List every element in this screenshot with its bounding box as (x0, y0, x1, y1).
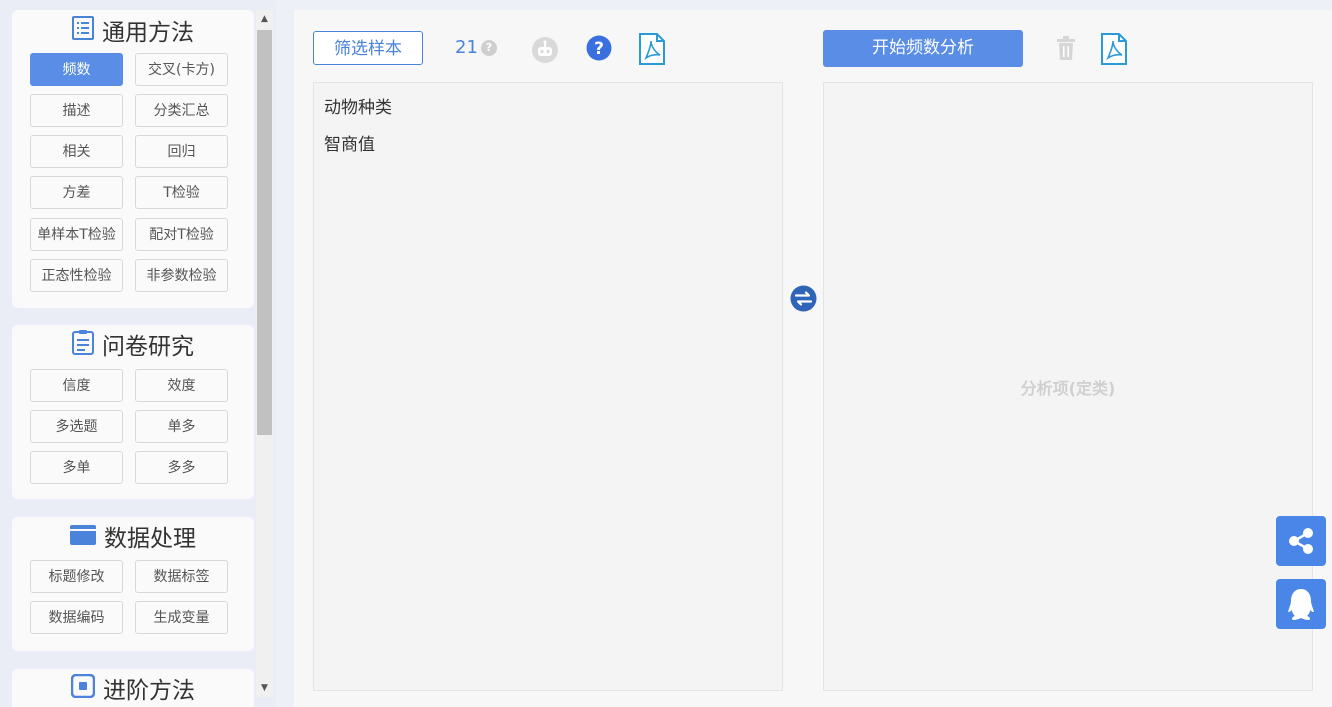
analysis-items-panel[interactable]: 分析项(定类) (823, 82, 1313, 691)
section-data-processing: 数据处理 标题修改 数据标签 数据编码 生成变量 (12, 517, 254, 651)
generate-variable-button[interactable]: 生成变量 (135, 601, 228, 634)
method-paired-ttest-button[interactable]: 配对T检验 (135, 218, 228, 251)
section-title-text: 通用方法 (102, 20, 194, 46)
section-title-text: 进阶方法 (103, 678, 195, 704)
help-icon[interactable]: ? (586, 35, 612, 65)
advanced-icon (70, 673, 96, 706)
method-frequency-button[interactable]: 频数 (30, 53, 123, 86)
data-encoding-button[interactable]: 数据编码 (30, 601, 123, 634)
list-icon (72, 15, 94, 48)
section-questionnaire: 问卷研究 信度 效度 多选题 单多 多单 多多 (12, 325, 254, 499)
clipboard-icon (72, 329, 94, 363)
method-multi-multi-button[interactable]: 多多 (135, 451, 228, 484)
swap-arrows-icon[interactable] (790, 285, 817, 316)
method-normality-test-button[interactable]: 正态性检验 (30, 259, 123, 292)
method-single-multi-button[interactable]: 单多 (135, 410, 228, 443)
section-advanced-methods: 进阶方法 (12, 669, 254, 707)
method-multiple-choice-button[interactable]: 多选题 (30, 410, 123, 443)
method-group-summary-button[interactable]: 分类汇总 (135, 94, 228, 127)
sample-count: 21 (455, 37, 478, 58)
data-title-edit-button[interactable]: 标题修改 (30, 560, 123, 593)
variable-item-animal-type[interactable]: 动物种类 (324, 93, 392, 118)
section-general-methods: 通用方法 频数 交叉(卡方) 描述 分类汇总 相关 回归 方差 T检验 单样本T… (12, 10, 254, 308)
section-title: 数据处理 (12, 524, 254, 554)
start-frequency-analysis-button[interactable]: 开始频数分析 (823, 30, 1023, 67)
method-validity-button[interactable]: 效度 (135, 369, 228, 402)
section-title-text: 问卷研究 (102, 334, 194, 360)
method-ttest-button[interactable]: T检验 (135, 176, 228, 209)
qq-penguin-icon (1288, 589, 1314, 620)
method-nonparametric-button[interactable]: 非参数检验 (135, 259, 228, 292)
main-workspace: 筛选样本 21 ? ? 动物种类 智商值 开始频数分析 分析项(定类) (294, 10, 1332, 707)
share-button[interactable] (1276, 516, 1326, 566)
qq-contact-button[interactable] (1276, 579, 1326, 629)
method-crosstab-button[interactable]: 交叉(卡方) (135, 53, 228, 86)
section-title: 通用方法 (12, 15, 254, 48)
trash-icon[interactable] (1055, 35, 1077, 65)
robot-icon[interactable] (531, 36, 559, 68)
data-label-button[interactable]: 数据标签 (135, 560, 228, 593)
filter-samples-button[interactable]: 筛选样本 (313, 31, 423, 65)
method-regression-button[interactable]: 回归 (135, 135, 228, 168)
sidebar-scrollbar[interactable]: ▲ ▼ (256, 10, 273, 697)
svg-text:?: ? (594, 39, 604, 59)
variable-list-panel[interactable]: 动物种类 智商值 (313, 82, 783, 691)
analysis-items-placeholder: 分析项(定类) (1020, 379, 1116, 398)
scroll-up-arrow-icon[interactable]: ▲ (256, 12, 273, 26)
method-descriptive-button[interactable]: 描述 (30, 94, 123, 127)
variable-item-iq-value[interactable]: 智商值 (324, 130, 375, 155)
section-title: 问卷研究 (12, 329, 254, 363)
section-title: 进阶方法 (12, 673, 254, 706)
method-correlation-button[interactable]: 相关 (30, 135, 123, 168)
folder-icon (70, 523, 96, 553)
pdf-export-icon[interactable] (1100, 33, 1128, 69)
sample-count-help-icon[interactable]: ? (481, 40, 497, 56)
method-one-sample-ttest-button[interactable]: 单样本T检验 (30, 218, 123, 251)
share-icon (1289, 528, 1313, 554)
sidebar: 通用方法 频数 交叉(卡方) 描述 分类汇总 相关 回归 方差 T检验 单样本T… (0, 0, 276, 707)
method-multi-single-button[interactable]: 多单 (30, 451, 123, 484)
scroll-down-arrow-icon[interactable]: ▼ (256, 681, 273, 695)
scrollbar-thumb[interactable] (257, 30, 272, 435)
pdf-icon[interactable] (638, 33, 666, 69)
method-anova-button[interactable]: 方差 (30, 176, 123, 209)
method-reliability-button[interactable]: 信度 (30, 369, 123, 402)
section-title-text: 数据处理 (104, 526, 196, 552)
